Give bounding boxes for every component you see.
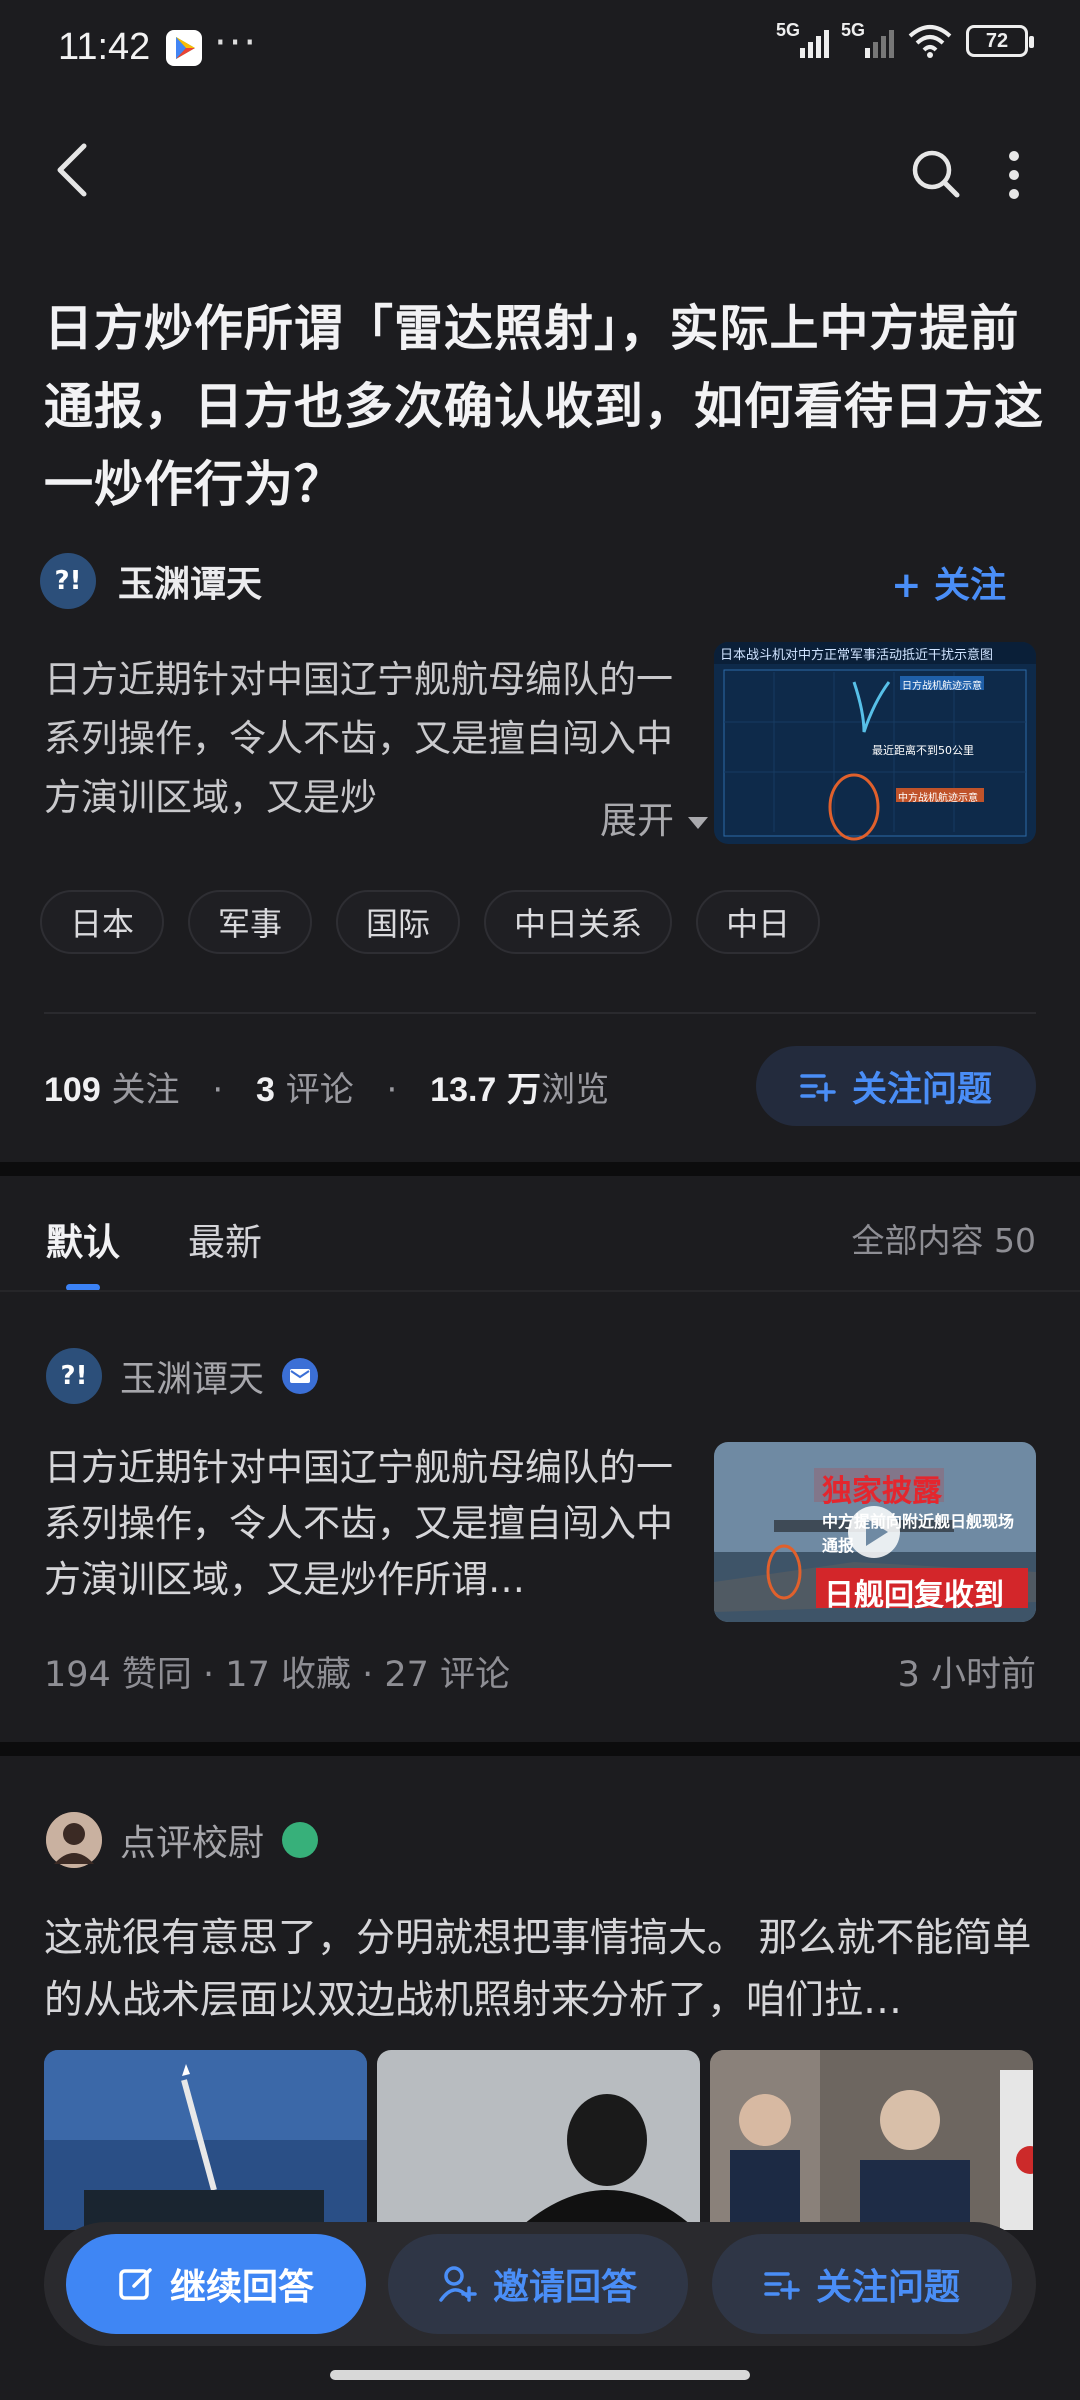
expand-label: 展开 (600, 799, 674, 842)
back-icon[interactable] (52, 140, 92, 200)
image-label: 日方战机航迹示意 (902, 681, 982, 692)
followers-label: 关注 (111, 1070, 180, 1110)
divider (44, 1012, 1036, 1014)
author-name[interactable]: 玉渊谭天 (118, 555, 262, 607)
author-name[interactable]: 点评校尉 (120, 1814, 264, 1866)
follow-question-bottom-button[interactable]: 关注问题 (712, 2234, 1012, 2334)
follow-question-label: 关注问题 (851, 1069, 992, 1110)
follow-list-icon (800, 1074, 836, 1102)
answer-video-thumbnail[interactable]: 独家披露 中方提前向附近舰日舰现场通报 日舰回复收到 (714, 1442, 1036, 1622)
answer-image-missile[interactable] (44, 2050, 367, 2230)
invite-answer-label: 邀请回答 (492, 2267, 637, 2308)
tag-chip[interactable]: 日本 (40, 890, 165, 954)
tag-chip[interactable]: 国际 (336, 890, 461, 954)
section-divider (0, 1742, 1080, 1756)
all-content-count: 全部内容 50 (851, 1221, 1036, 1260)
signal-icon: 5G (776, 20, 829, 58)
comments-label: 评论 (285, 1070, 354, 1110)
avatar[interactable]: ?! (40, 553, 96, 609)
signal-icon: 5G (841, 20, 894, 58)
bottom-action-bar: 继续回答 邀请回答 关注问题 (44, 2222, 1036, 2346)
views-count: 13.7 (430, 1071, 497, 1109)
answer-excerpt[interactable]: 日方近期针对中国辽宁舰航母编队的一系列操作，令人不齿，又是擅自闯入中方演训区域，… (44, 1440, 704, 1608)
image-caption: 日本战斗机对中方正常军事活动抵近干扰示意图 (720, 648, 994, 663)
follow-list-icon (764, 2272, 800, 2300)
comments-count: 3 (255, 1071, 275, 1109)
followers-count: 109 (44, 1071, 101, 1109)
video-title: 独家披露 (822, 1474, 942, 1509)
status-time: 11:42 (58, 26, 151, 68)
question-stats: 109 关注 · 3 评论 · 13.7 万浏览 (44, 1070, 610, 1110)
follow-question-bottom-label: 关注问题 (815, 2267, 960, 2308)
play-store-icon (166, 30, 202, 66)
views-label: 浏览 (541, 1070, 610, 1110)
divider (0, 1290, 1080, 1292)
answer-meta: 194 赞同 · 17 收藏 · 27 评论 (44, 1655, 511, 1695)
home-indicator[interactable] (330, 2370, 750, 2380)
search-icon[interactable] (910, 148, 962, 200)
question-image[interactable]: 日本战斗机对中方正常军事活动抵近干扰示意图 日方战机航迹示意 最近距离不到50公… (714, 642, 1036, 844)
answer-image-row (44, 2050, 1033, 2230)
user-badge-icon (282, 1822, 319, 1858)
tag-chip[interactable]: 中日关系 (484, 890, 673, 954)
answer-excerpt[interactable]: 这就很有意思了，分明就想把事情搞大。 那么就不能简单的从战术层面以双边战机照射来… (44, 1908, 1044, 2032)
tag-chip[interactable]: 军事 (188, 890, 313, 954)
image-label: 中方战机航迹示意 (898, 793, 978, 804)
author-name[interactable]: 玉渊谭天 (120, 1350, 264, 1402)
chevron-down-icon (688, 816, 708, 829)
tab-latest[interactable]: 最新 (188, 1212, 262, 1266)
more-vertical-icon[interactable] (1000, 148, 1028, 204)
avatar[interactable]: ?! (46, 1348, 102, 1404)
tag-chip[interactable]: 中日 (696, 890, 821, 954)
views-unit: 万 (507, 1071, 542, 1109)
image-label: 最近距离不到50公里 (872, 744, 974, 757)
answer-time: 3 小时前 (897, 1655, 1036, 1695)
continue-answer-label: 继续回答 (169, 2267, 314, 2308)
edit-icon (119, 2268, 152, 2300)
status-more-indicator: ··· (214, 20, 259, 66)
answer-author[interactable]: 点评校尉 (46, 1812, 319, 1868)
answer-image-silhouette[interactable] (377, 2050, 700, 2230)
question-author[interactable]: ?! 玉渊谭天 (40, 553, 262, 609)
follow-author-button[interactable]: + 关注 (891, 556, 1006, 608)
video-banner: 日舰回复收到 (824, 1578, 1004, 1613)
avatar[interactable] (46, 1812, 102, 1868)
verified-badge-icon (282, 1358, 319, 1394)
invite-user-icon (439, 2266, 477, 2302)
video-subtitle: 中方提前向附近舰日舰现场通报 (822, 1512, 1015, 1555)
answer-image-officials[interactable] (710, 2050, 1033, 2230)
section-divider (0, 1162, 1080, 1176)
tab-default[interactable]: 默认 (46, 1212, 120, 1266)
invite-answer-button[interactable]: 邀请回答 (388, 2234, 688, 2334)
follow-question-button[interactable]: 关注问题 (756, 1046, 1036, 1126)
battery-icon: 72 (966, 25, 1034, 57)
wifi-icon (908, 25, 952, 58)
tag-list: 日本 军事 国际 中日关系 中日 (40, 890, 821, 954)
expand-button[interactable]: 展开 (570, 790, 708, 844)
status-right: 5G 5G 72 (776, 20, 1034, 58)
continue-answer-button[interactable]: 继续回答 (66, 2234, 366, 2334)
answer-author[interactable]: ?! 玉渊谭天 (46, 1348, 319, 1404)
question-title: 日方炒作所谓「雷达照射」，实际上中方提前通报，日方也多次确认收到，如何看待日方这… (44, 300, 1045, 513)
